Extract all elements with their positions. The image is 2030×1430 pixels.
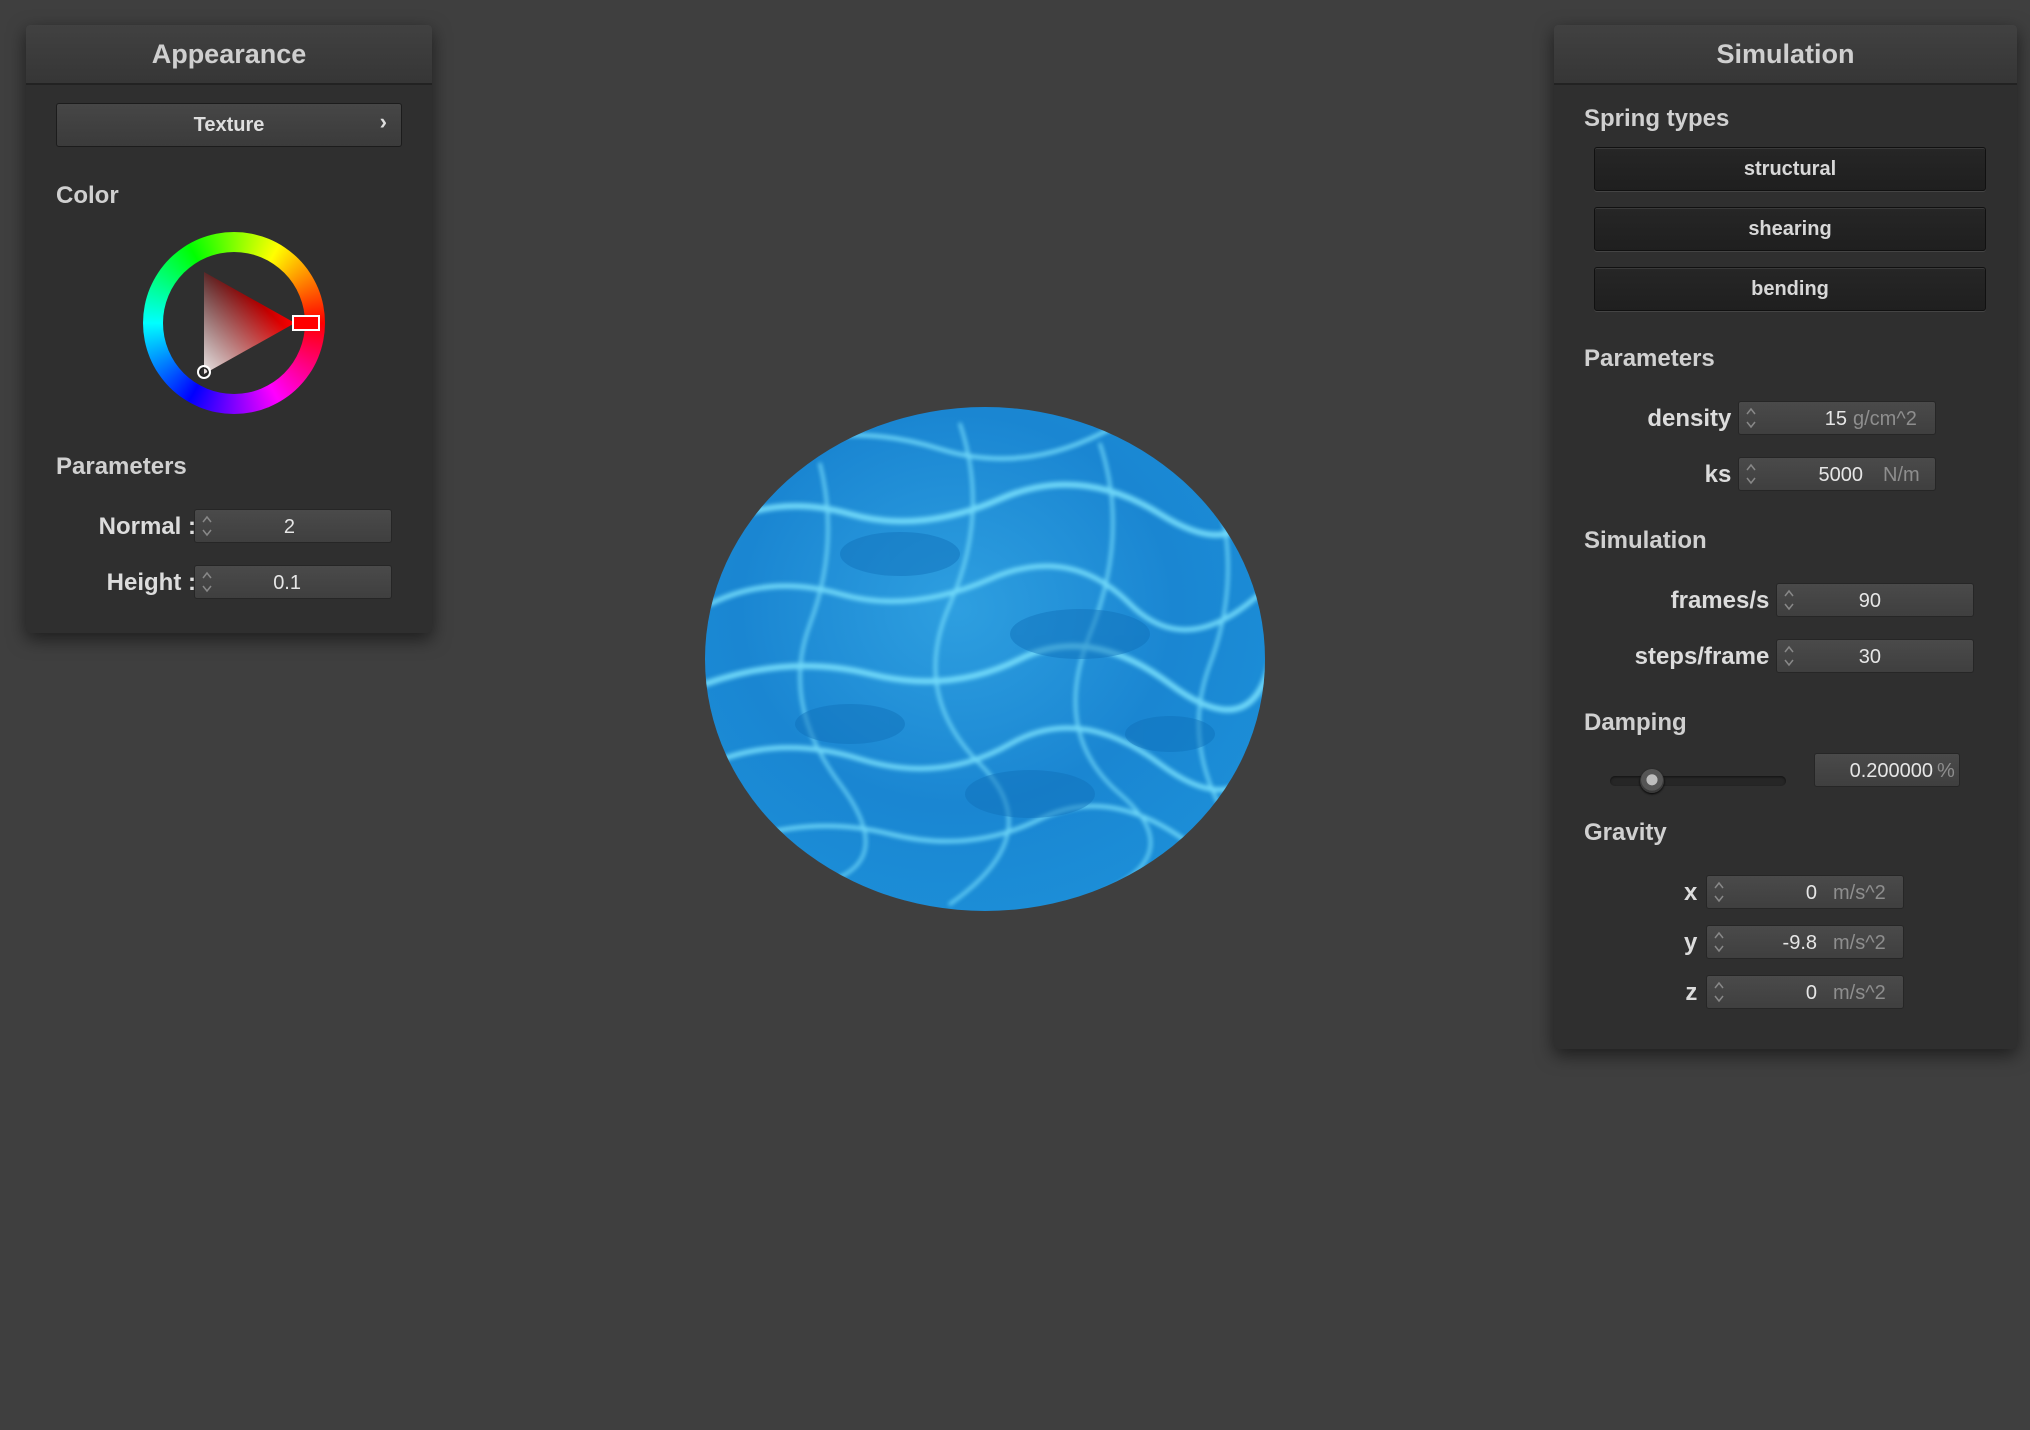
normal-input[interactable]: 2 [194,509,392,543]
density-label: density : [1647,405,1746,432]
steps-input[interactable]: 30 [1776,639,1974,673]
sim-parameters-label: Parameters [1584,345,1715,372]
fps-input[interactable]: 90 [1776,583,1974,617]
gravity-z-unit: m/s^2 [1833,982,1886,1004]
chevron-right-icon: › [379,109,387,134]
density-unit: g/cm^2 [1853,408,1917,430]
spinner-icon[interactable] [201,512,213,540]
texture-button-label: Texture [193,114,265,136]
gravity-y-value: -9.8 [1782,932,1817,954]
normal-value: 2 [283,516,295,538]
ks-unit: N/m [1883,464,1920,486]
viewport-sphere[interactable] [700,404,1270,914]
color-triangle[interactable] [143,232,325,414]
gravity-y-label: y : [1683,929,1712,956]
appearance-panel-title: Appearance [26,25,432,85]
steps-value: 30 [1858,646,1881,668]
spring-types-label: Spring types [1584,105,1730,132]
ks-input[interactable]: 5000 N/m [1738,457,1936,491]
density-value: 15 [1824,408,1847,430]
damping-label: Damping [1584,709,1687,736]
fps-label: frames/s : [1670,587,1784,614]
app-root: Appearance Texture › Color Parameters No… [0,0,2030,1430]
shearing-button[interactable]: shearing [1594,207,1986,251]
spinner-icon[interactable] [1745,460,1757,488]
structural-button[interactable]: structural [1594,147,1986,191]
gravity-y-unit: m/s^2 [1833,932,1886,954]
damping-input[interactable]: 0.200000 % [1814,753,1960,787]
gravity-x-input[interactable]: 0 m/s^2 [1706,875,1904,909]
height-input[interactable]: 0.1 [194,565,392,599]
gravity-z-label: z : [1685,979,1712,1006]
damping-slider-track [1610,776,1786,786]
gravity-z-value: 0 [1805,982,1817,1004]
spinner-icon[interactable] [1745,404,1757,432]
ks-value: 5000 [1818,464,1864,486]
gravity-x-value: 0 [1805,882,1817,904]
spinner-icon[interactable] [1713,928,1725,956]
spinner-icon[interactable] [1713,878,1725,906]
spinner-icon[interactable] [1713,978,1725,1006]
appearance-panel: Appearance Texture › Color Parameters No… [26,25,432,633]
spinner-icon[interactable] [1783,642,1795,670]
density-input[interactable]: 15 g/cm^2 [1738,401,1936,435]
fps-value: 90 [1858,590,1881,612]
simulation-panel: Simulation Spring types structural shear… [1554,25,2017,1049]
gravity-label: Gravity [1584,819,1667,846]
damping-slider[interactable] [1610,766,1786,796]
damping-slider-knob[interactable] [1640,769,1664,793]
simulation-panel-title: Simulation [1554,25,2017,85]
color-section-label: Color [56,182,119,209]
steps-label: steps/frame : [1634,643,1784,670]
gravity-y-input[interactable]: -9.8 m/s^2 [1706,925,1904,959]
gravity-z-input[interactable]: 0 m/s^2 [1706,975,1904,1009]
texture-button[interactable]: Texture › [56,103,402,147]
damping-value: 0.200000 [1849,760,1933,782]
bending-button[interactable]: bending [1594,267,1986,311]
appearance-parameters-label: Parameters [56,453,187,480]
gravity-x-label: x : [1683,879,1712,906]
spinner-icon[interactable] [201,568,213,596]
height-label: Height : [106,569,196,596]
height-value: 0.1 [273,572,301,594]
normal-label: Normal : [98,513,196,540]
damping-unit: % [1937,760,1955,782]
spinner-icon[interactable] [1783,586,1795,614]
simulation-section-label: Simulation [1584,527,1707,554]
gravity-x-unit: m/s^2 [1833,882,1886,904]
ks-label: ks : [1704,461,1746,488]
